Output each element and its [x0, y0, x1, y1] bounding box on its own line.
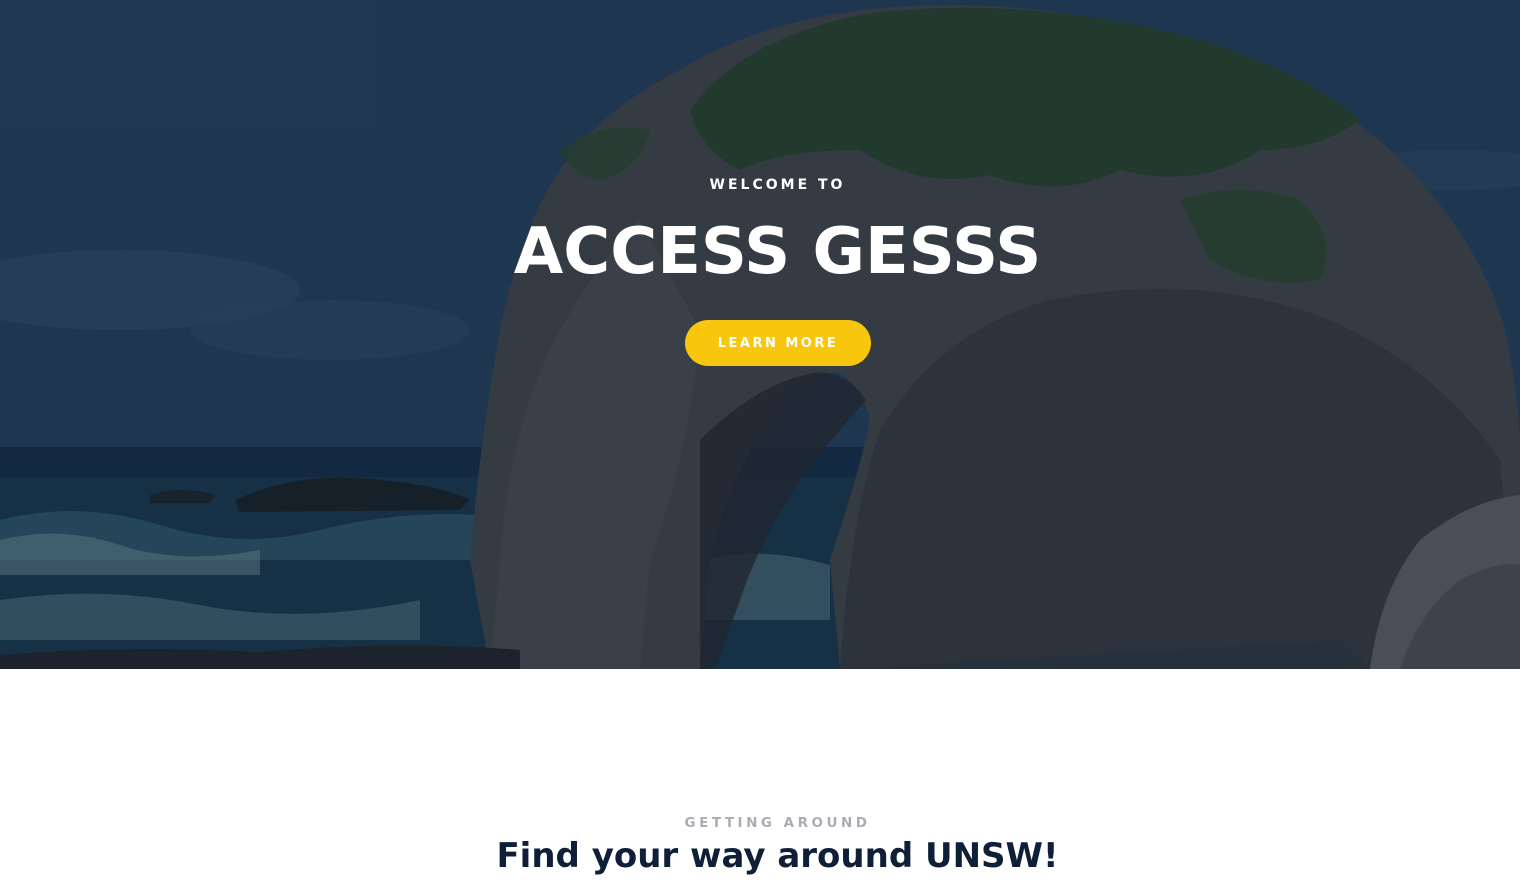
getting-around-section: GETTING AROUND Find your way around UNSW…	[0, 669, 1520, 881]
learn-more-button[interactable]: LEARN MORE	[685, 320, 871, 366]
hero-content: WELCOME TO ACCESS GESSS LEARN MORE	[0, 0, 1520, 669]
hero-title: ACCESS GESSS	[513, 215, 1042, 289]
hero-welcome-label: WELCOME TO	[709, 177, 846, 193]
section-kicker: GETTING AROUND	[684, 815, 871, 831]
section-title: Find your way around UNSW!	[496, 836, 1059, 876]
hero-banner: WELCOME TO ACCESS GESSS LEARN MORE	[0, 0, 1520, 669]
